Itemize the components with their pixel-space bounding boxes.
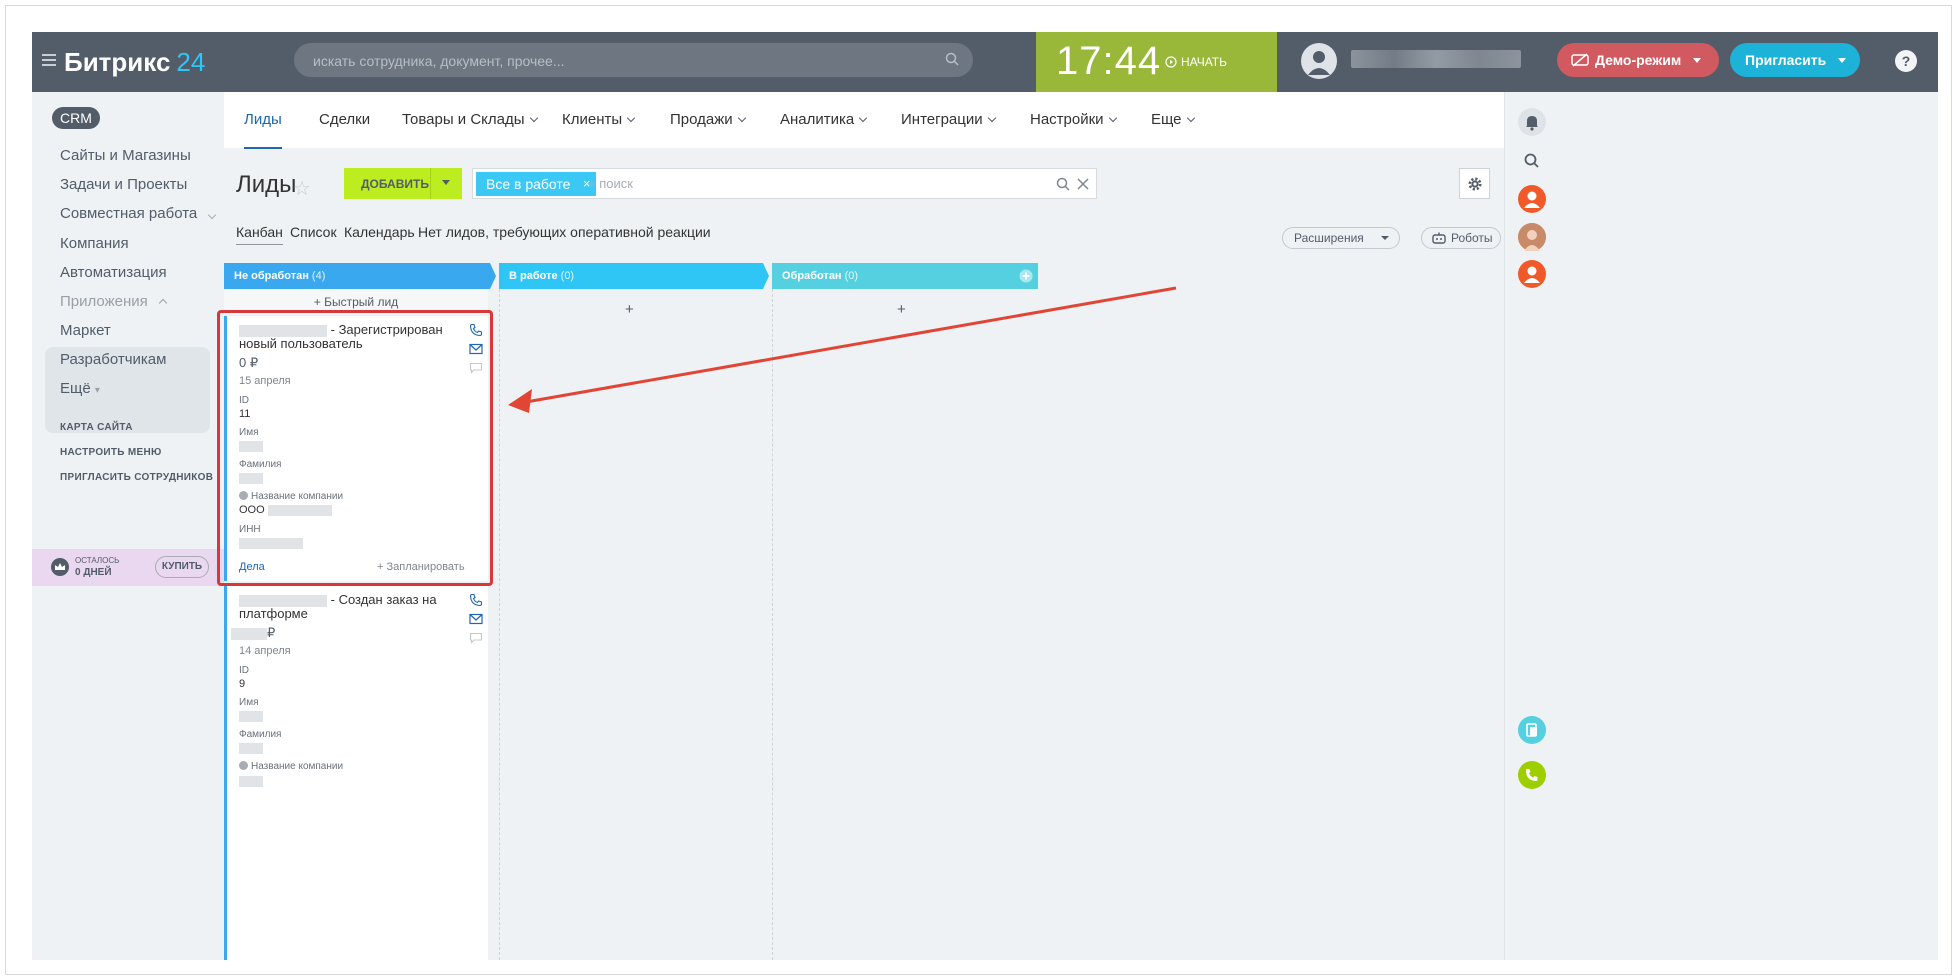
annotation-arrow: [508, 286, 1177, 413]
screenshot-frame: Битрикс 24 искать сотрудника, документ, п…: [5, 5, 1952, 975]
bitrix24-app: Битрикс 24 искать сотрудника, документ, п…: [32, 32, 1938, 960]
